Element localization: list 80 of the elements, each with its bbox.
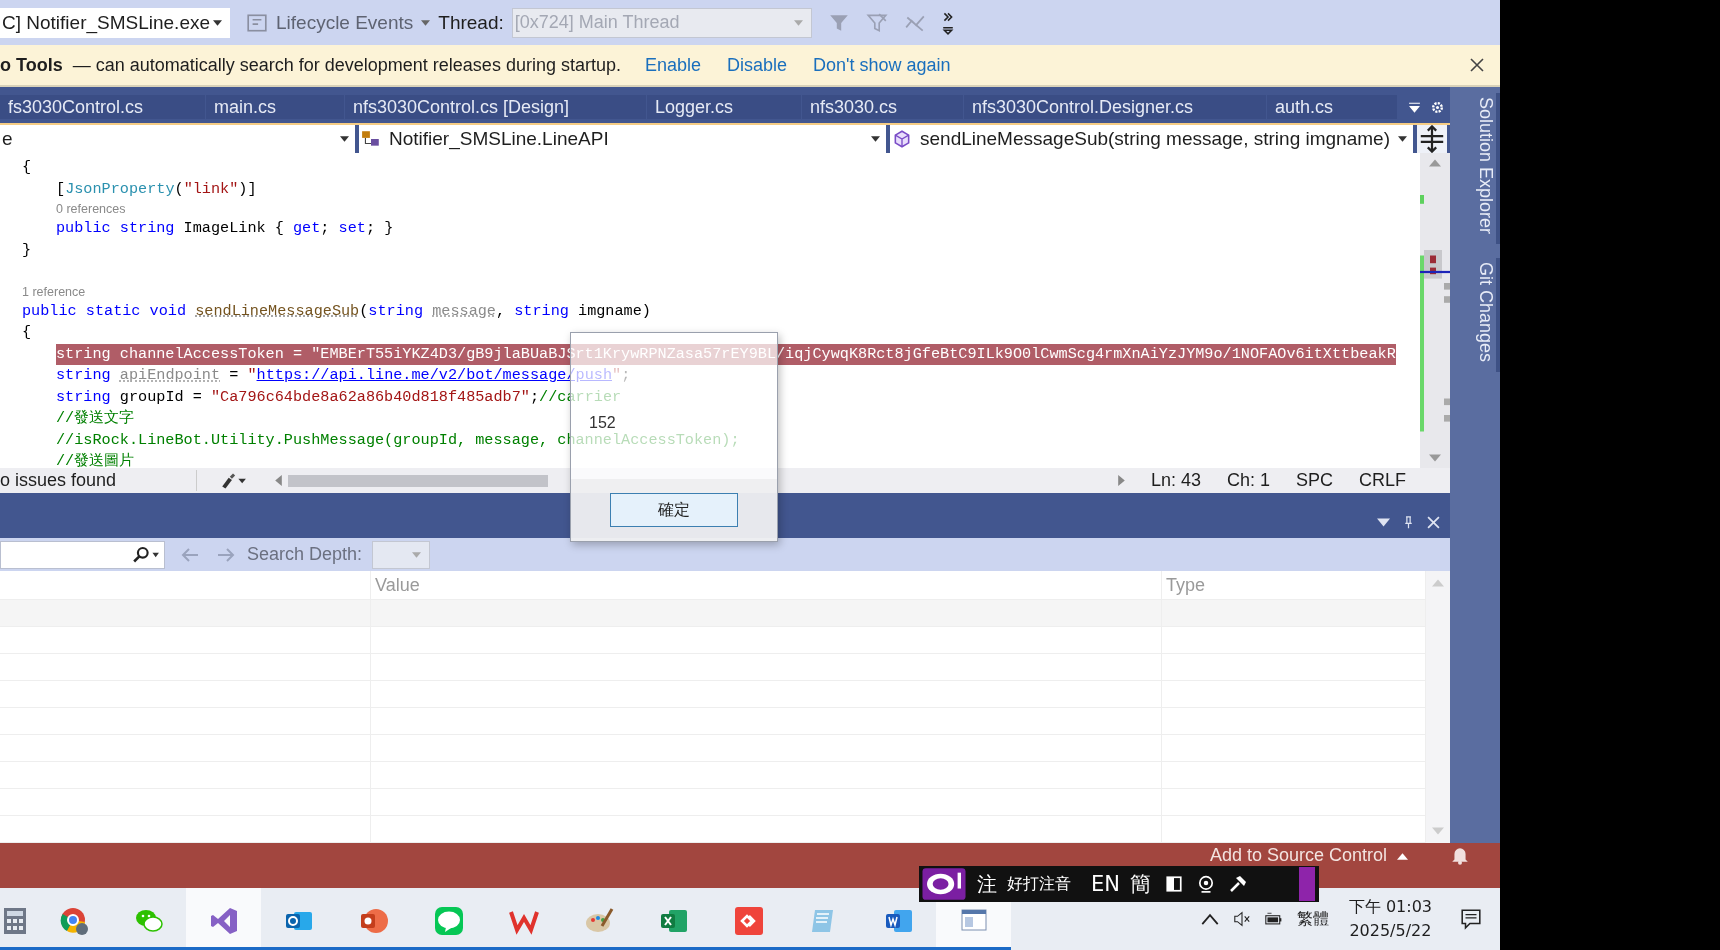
info-link[interactable]: Enable [644,54,701,76]
ime-name[interactable]: 好打注音 [1007,873,1071,895]
code-line: //發送文字 [56,408,135,430]
indent-status[interactable]: SPC [1296,470,1334,491]
document-tab[interactable]: Logger.cs [647,95,801,120]
caret-icon[interactable] [421,19,431,26]
close-icon[interactable] [1470,58,1484,72]
code-line: [JsonProperty("link")] [56,178,257,200]
code-lens[interactable]: 1 reference [22,284,86,299]
caret-icon [793,19,803,26]
document-tab[interactable]: fs3030Control.cs [0,95,205,120]
scroll-up-icon[interactable] [1429,159,1441,168]
caret-up-icon[interactable] [1397,853,1409,860]
code-line: //isRock.LineBot.Utility.PushMessage(groupId, message, channelAccessToken); [56,429,740,451]
speaker-muted-icon[interactable] [1232,911,1251,927]
code-line: } [22,239,32,261]
info-link[interactable]: Don't show again [813,54,951,76]
notification-icon[interactable] [1460,908,1482,930]
line-number-status[interactable]: Ln: 43 [1151,470,1202,491]
info-message: — can automatically search for development releases during startup. [72,54,621,76]
code-line: public static void sendLineMessageSub(string message, string imgname) [22,300,651,322]
code-line: public string ImageLink { get; set; } [56,218,394,240]
caret-icon [213,19,222,26]
search-depth-label: Search Depth: [247,544,363,565]
scroll-down-icon[interactable] [1429,454,1441,463]
process-dropdown[interactable]: C] Notifier_SMSLine.exe [0,7,230,38]
ribbon-icon[interactable] [208,905,239,936]
chevron-up-icon[interactable] [1200,911,1219,927]
caret-icon [871,136,880,143]
issues-status[interactable]: o issues found [0,470,197,491]
input-language[interactable]: 繁體 [1296,908,1329,930]
thread-label: Thread: [438,11,504,34]
ime-language[interactable]: EN [1091,872,1120,896]
document-tab[interactable]: nfs3030Control.Designer.cs [964,95,1266,120]
project-dropdown[interactable]: e [0,125,355,154]
browser-icon[interactable] [58,905,89,936]
clock-date[interactable]: 2025/5/22 [1349,919,1432,943]
class-dropdown[interactable]: Notifier_SMSLine.LineAPI [359,125,886,154]
settings-icon[interactable] [1431,100,1444,114]
caret-icon [340,136,349,143]
half-width-icon[interactable] [1165,875,1183,893]
pin-icon[interactable] [1402,515,1415,529]
scrollbar-thumb[interactable] [288,474,548,487]
ok-button[interactable]: 確定 [610,493,738,527]
lifecycle-events-button[interactable]: Lifecycle Events [276,11,414,34]
document-tab[interactable]: nfs3030.cs [802,95,963,120]
bell-icon[interactable] [1450,845,1471,865]
code-line: //發送圖片 [56,451,135,469]
document-tab[interactable]: nfs3030Control.cs [Design] [345,95,646,120]
line-ending-status[interactable]: CRLF [1359,470,1407,491]
caret-icon [1398,136,1407,143]
scroll-right-icon[interactable] [1118,475,1125,486]
remote-desktop-icon[interactable] [733,905,764,936]
code-lens[interactable]: 0 references [56,202,126,217]
hammer-icon[interactable] [1229,875,1247,893]
code-link[interactable]: https://api.line.me/v2/bot/message/push [256,366,612,385]
search-field[interactable] [0,540,165,569]
ime-logo-icon[interactable] [921,867,967,901]
info-title: o Tools [0,54,63,76]
document-tab[interactable]: main.cs [206,95,344,120]
clock-time[interactable]: 下午 01:03 [1348,895,1432,919]
message-text: 152 [589,414,616,431]
brush-icon[interactable] [219,471,247,490]
column-status[interactable]: Ch: 1 [1227,470,1271,491]
battery-icon[interactable] [1264,911,1283,927]
ime-mode[interactable]: 注 [977,870,997,898]
split-icon[interactable] [1417,125,1447,154]
member-dropdown[interactable]: sendLineMessageSub(string message, string imgname) [890,125,1413,154]
overflow-icon[interactable] [941,10,954,35]
cube-icon [892,129,912,150]
ime-script[interactable]: 簡 [1130,870,1151,898]
tab-list-icon[interactable] [1408,100,1421,114]
scroll-left-icon[interactable] [275,475,282,486]
document-tab[interactable]: auth.cs [1267,95,1397,120]
caret-icon [412,551,422,558]
info-link[interactable]: Disable [727,54,788,76]
source-control-button[interactable]: Add to Source Control [1210,845,1388,866]
code-line: { [22,322,32,344]
search-icon [132,545,160,564]
code-line: { [22,157,32,179]
